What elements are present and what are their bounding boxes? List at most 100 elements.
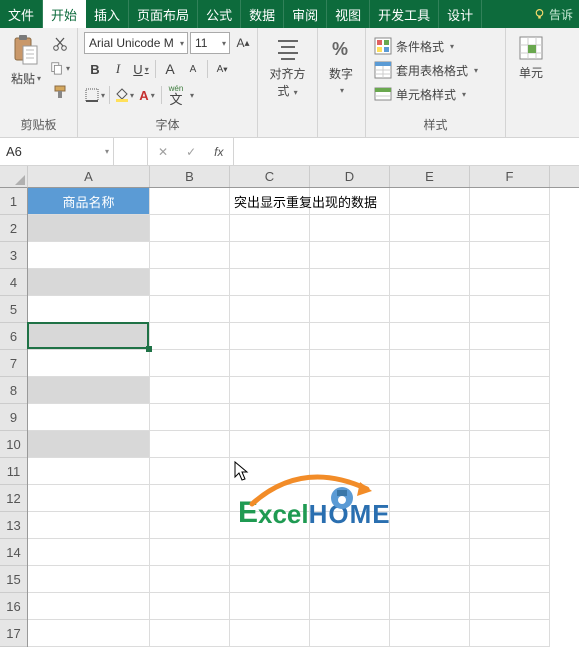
column-header[interactable]: A [28,166,150,187]
cell[interactable] [230,350,310,377]
cell[interactable] [150,593,230,620]
row-header[interactable]: 1 [0,188,27,215]
cell[interactable] [470,269,550,296]
phonetic-button[interactable]: wén文 [165,84,187,106]
tab-design[interactable]: 设计 [439,0,482,28]
conditional-format-button[interactable]: 条件格式▾ [372,34,456,58]
cell[interactable] [390,566,470,593]
cell[interactable] [230,485,310,512]
cell[interactable] [390,269,470,296]
cell[interactable] [470,485,550,512]
cell[interactable] [390,539,470,566]
cell[interactable] [390,296,470,323]
row-header[interactable]: 7 [0,350,27,377]
cell[interactable] [310,431,390,458]
cell[interactable] [470,431,550,458]
cell[interactable] [470,539,550,566]
cell[interactable] [230,323,310,350]
cell[interactable] [150,323,230,350]
cell[interactable] [230,242,310,269]
cell[interactable] [28,269,150,296]
cell[interactable] [390,404,470,431]
cell[interactable] [28,512,150,539]
column-header[interactable]: C [230,166,310,187]
cell[interactable] [470,458,550,485]
row-header[interactable]: 10 [0,431,27,458]
cancel-formula-icon[interactable]: ✕ [158,145,168,159]
cell[interactable] [470,566,550,593]
tab-formulas[interactable]: 公式 [198,0,241,28]
cell[interactable] [230,404,310,431]
cell[interactable] [230,458,310,485]
cell[interactable] [150,458,230,485]
cell[interactable] [230,431,310,458]
row-header[interactable]: 8 [0,377,27,404]
cell[interactable] [28,485,150,512]
cell[interactable] [150,620,230,647]
tab-page-layout[interactable]: 页面布局 [129,0,198,28]
cell[interactable] [150,215,230,242]
cell[interactable] [28,539,150,566]
cell[interactable] [310,539,390,566]
increase-font-button[interactable]: A▴ [232,32,254,54]
row-header[interactable]: 11 [0,458,27,485]
column-header[interactable]: F [470,166,550,187]
cell[interactable] [470,242,550,269]
row-header[interactable]: 15 [0,566,27,593]
cell[interactable] [390,458,470,485]
format-painter-button[interactable] [50,83,70,101]
cell[interactable] [470,620,550,647]
name-box[interactable]: A6 ▾ [0,138,114,165]
cell[interactable] [28,593,150,620]
tab-insert[interactable]: 插入 [86,0,129,28]
font-size-combo[interactable]: 11▾ [190,32,230,54]
column-header[interactable]: D [310,166,390,187]
tab-data[interactable]: 数据 [241,0,284,28]
cell[interactable]: 突出显示重复出现的数据 [230,188,310,215]
column-header[interactable]: E [390,166,470,187]
underline-button[interactable]: U▾ [130,58,152,80]
cell[interactable] [230,296,310,323]
row-header[interactable]: 13 [0,512,27,539]
cell[interactable] [310,242,390,269]
formula-input[interactable] [234,138,579,165]
cell[interactable] [470,323,550,350]
fill-handle[interactable] [146,346,152,352]
cell[interactable] [310,215,390,242]
cell[interactable] [230,215,310,242]
cell[interactable] [470,404,550,431]
cell[interactable] [150,188,230,215]
cell[interactable] [28,620,150,647]
cell[interactable] [28,431,150,458]
cell[interactable] [150,431,230,458]
tab-file[interactable]: 文件 [0,0,43,28]
cell[interactable] [390,512,470,539]
cell[interactable] [28,377,150,404]
copy-button[interactable]: ▾ [50,59,70,77]
cell[interactable] [230,620,310,647]
cell[interactable] [150,404,230,431]
cut-button[interactable] [50,35,70,53]
cell[interactable] [470,377,550,404]
cell[interactable] [390,431,470,458]
cell[interactable] [310,512,390,539]
cell[interactable] [28,242,150,269]
cell[interactable] [28,296,150,323]
row-header[interactable]: 5 [0,296,27,323]
row-header[interactable]: 12 [0,485,27,512]
row-header[interactable]: 4 [0,269,27,296]
cell[interactable] [390,323,470,350]
cell[interactable] [310,269,390,296]
tell-me[interactable]: 告诉 [527,0,579,28]
fill-color-button[interactable]: ▾ [113,84,135,106]
cell[interactable] [310,350,390,377]
font-color-button[interactable]: A▾ [136,84,158,106]
cell[interactable] [150,485,230,512]
select-all-corner[interactable] [0,166,28,188]
cell[interactable] [470,188,550,215]
font-superscript-button[interactable]: A [159,58,181,80]
row-header[interactable]: 6 [0,323,27,350]
cell[interactable] [230,512,310,539]
cell[interactable] [150,296,230,323]
cell[interactable] [390,242,470,269]
